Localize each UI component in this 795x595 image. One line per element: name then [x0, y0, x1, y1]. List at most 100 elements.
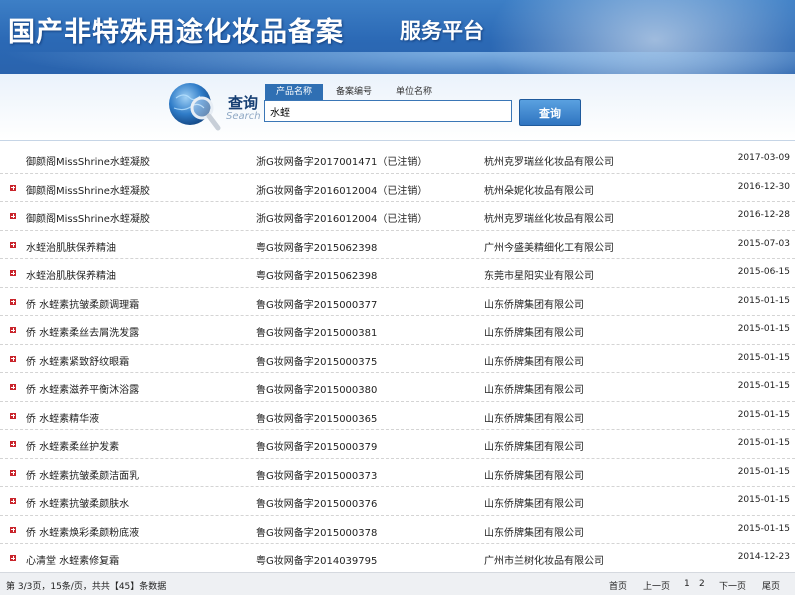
product-name-link[interactable]: 侨 水蛭素精华液 [26, 410, 99, 425]
table-row: 水蛭治肌肤保养精油 粤G妆网备字2015062398 东莞市星阳实业有限公司 2015… [0, 259, 795, 288]
record-date: 2015-01-15 [737, 352, 790, 363]
company-name: 东莞市星阳实业有限公司 [484, 271, 594, 282]
table-row: 侨 水蛭素柔丝去屑洗发露 鲁G妆网备字2015000381 山东侨牌集团有限公司 20… [0, 316, 795, 345]
record-date: 2015-01-15 [737, 324, 790, 334]
results-table: 御颜阁MissShrine水蛭凝胶 浙G妆网备字2017001471（已注销） 杭州… [0, 145, 795, 573]
table-row: 御颜阁MissShrine水蛭凝胶 浙G妆网备字2016012004（已注销） 杭州… [0, 202, 795, 231]
search-button[interactable]: 查询 [519, 99, 581, 126]
tab-product-name[interactable]: 产品名称 [265, 84, 323, 100]
expand-plus-icon[interactable] [10, 526, 16, 533]
tab-company-name[interactable]: 单位名称 [392, 84, 436, 100]
record-date: 2017-03-09 [737, 153, 790, 163]
search-input[interactable] [264, 100, 512, 122]
pagination-bar: 第 3/3页，15条/页，共共【45】条数据 首页 上一页 1 2 下一页 尾页 [0, 572, 795, 595]
search-label-en: Search [226, 111, 261, 122]
product-name-link[interactable]: 水蛭治肌肤保养精油 [26, 267, 116, 282]
product-name-link[interactable]: 御颜阁MissShrine水蛭凝胶 [26, 210, 150, 225]
product-name-link[interactable]: 侨 水蛭素抗皱柔颜肤水 [26, 495, 129, 510]
expand-plus-icon[interactable] [10, 355, 16, 362]
search-panel: 查询 Search 产品名称 备案编号 单位名称 查询 [0, 74, 795, 141]
table-row: 侨 水蛭素焕彩柔颜粉底液 鲁G妆网备字2015000378 山东侨牌集团有限公司 20… [0, 516, 795, 544]
record-date: 2014-12-23 [737, 552, 790, 562]
company-name: 广州市兰树化妆品有限公司 [484, 556, 604, 567]
expand-plus-icon[interactable] [10, 213, 16, 219]
record-number: 粤G妆网备字2014039795 [256, 556, 378, 567]
expand-plus-icon[interactable] [10, 555, 16, 561]
table-row: 心清堂 水蛭素修复霜 粤G妆网备字2014039795 广州市兰树化妆品有限公司 20… [0, 544, 795, 573]
product-name-link[interactable]: 侨 水蛭素柔丝去屑洗发露 [26, 324, 139, 339]
record-number: 粤G妆网备字2015062398 [256, 242, 378, 254]
record-number: 鲁G妆网备字2015000375 [256, 356, 378, 368]
record-date: 2015-07-03 [737, 238, 790, 249]
record-date: 2016-12-30 [737, 181, 790, 192]
company-name: 广州今盛美精细化工有限公司 [484, 242, 614, 254]
expand-plus-icon[interactable] [10, 412, 16, 419]
product-name-link[interactable]: 侨 水蛭素抗皱柔颜调理霜 [26, 296, 139, 311]
product-name-link[interactable]: 御颜阁MissShrine水蛭凝胶 [26, 182, 150, 197]
record-number: 鲁G妆网备字2015000365 [256, 413, 378, 425]
company-name: 杭州克罗瑞丝化妆品有限公司 [484, 214, 614, 225]
last-page-link[interactable]: 尾页 [762, 579, 780, 592]
expand-plus-icon[interactable] [10, 184, 16, 191]
company-name: 山东侨牌集团有限公司 [484, 385, 584, 396]
company-name: 山东侨牌集团有限公司 [484, 442, 584, 453]
company-name: 山东侨牌集团有限公司 [484, 470, 584, 482]
tab-record-number[interactable]: 备案编号 [332, 84, 376, 100]
table-row: 侨 水蛭素抗皱柔颜肤水 鲁G妆网备字2015000376 山东侨牌集团有限公司 201… [0, 487, 795, 516]
product-name-link[interactable]: 心清堂 水蛭素修复霜 [26, 552, 119, 567]
table-row: 侨 水蛭素抗皱柔颜调理霜 鲁G妆网备字2015000377 山东侨牌集团有限公司 20… [0, 288, 795, 316]
expand-plus-icon[interactable] [10, 498, 16, 504]
table-row: 侨 水蛭素柔丝护发素 鲁G妆网备字2015000379 山东侨牌集团有限公司 2015… [0, 430, 795, 459]
expand-plus-icon[interactable] [10, 441, 16, 447]
table-row: 御颜阁MissShrine水蛭凝胶 浙G妆网备字2017001471（已注销） 杭州… [0, 145, 795, 174]
product-name-link[interactable]: 侨 水蛭素紧致舒纹眼霜 [26, 353, 129, 368]
page-2-link[interactable]: 2 [699, 579, 705, 589]
pagination-info: 第 3/3页，15条/页，共共【45】条数据 [6, 582, 167, 592]
record-date: 2016-12-28 [737, 210, 790, 220]
product-name-link[interactable]: 侨 水蛭素焕彩柔颜粉底液 [26, 524, 139, 539]
record-number: 浙G妆网备字2016012004（已注销） [256, 185, 428, 197]
record-date: 2015-01-15 [737, 523, 790, 534]
expand-plus-icon[interactable] [10, 270, 16, 276]
banner-subtitle: 服务平台 [400, 19, 484, 43]
expand-plus-icon[interactable] [10, 384, 16, 390]
record-date: 2015-01-15 [737, 381, 790, 391]
record-number: 浙G妆网备字2017001471（已注销） [256, 157, 428, 168]
expand-plus-icon[interactable] [10, 469, 16, 476]
globe-magnifier-icon [169, 83, 221, 131]
record-number: 鲁G妆网备字2015000376 [256, 499, 378, 510]
expand-plus-icon[interactable] [10, 327, 16, 333]
record-number: 鲁G妆网备字2015000377 [256, 299, 378, 311]
prev-page-link[interactable]: 上一页 [643, 579, 670, 592]
table-row: 水蛭治肌肤保养精油 粤G妆网备字2015062398 广州今盛美精细化工有限公司 20… [0, 231, 795, 259]
site-banner: 国产非特殊用途化妆品备案 服务平台 [0, 0, 795, 74]
record-date: 2015-01-15 [737, 438, 790, 448]
record-number: 鲁G妆网备字2015000378 [256, 527, 378, 539]
table-row: 侨 水蛭素抗皱柔颜洁面乳 鲁G妆网备字2015000373 山东侨牌集团有限公司 20… [0, 459, 795, 487]
product-name-link[interactable]: 侨 水蛭素滋养平衡沐浴露 [26, 381, 139, 396]
company-name: 杭州朵妮化妆品有限公司 [484, 185, 594, 197]
table-row: 侨 水蛭素精华液 鲁G妆网备字2015000365 山东侨牌集团有限公司 2015-0… [0, 402, 795, 430]
record-number: 鲁G妆网备字2015000380 [256, 385, 378, 396]
record-number: 浙G妆网备字2016012004（已注销） [256, 214, 428, 225]
expand-plus-icon[interactable] [10, 241, 16, 248]
product-name-link[interactable]: 侨 水蛭素柔丝护发素 [26, 438, 119, 453]
page-1-link[interactable]: 1 [684, 579, 690, 589]
record-date: 2015-01-15 [737, 295, 790, 306]
table-row: 侨 水蛭素滋养平衡沐浴露 鲁G妆网备字2015000380 山东侨牌集团有限公司 20… [0, 373, 795, 402]
next-page-link[interactable]: 下一页 [719, 579, 746, 592]
product-name-link[interactable]: 御颜阁MissShrine水蛭凝胶 [26, 153, 150, 168]
table-row: 侨 水蛭素紧致舒纹眼霜 鲁G妆网备字2015000375 山东侨牌集团有限公司 201… [0, 345, 795, 373]
company-name: 山东侨牌集团有限公司 [484, 299, 584, 311]
product-name-link[interactable]: 水蛭治肌肤保养精油 [26, 239, 116, 254]
record-date: 2015-06-15 [737, 267, 790, 277]
expand-plus-icon[interactable] [10, 298, 16, 305]
record-date: 2015-01-15 [737, 409, 790, 420]
record-date: 2015-01-15 [737, 495, 790, 505]
banner-title: 国产非特殊用途化妆品备案 [8, 17, 344, 48]
company-name: 山东侨牌集团有限公司 [484, 413, 584, 425]
first-page-link[interactable]: 首页 [609, 579, 627, 592]
record-number: 鲁G妆网备字2015000373 [256, 470, 378, 482]
record-number: 粤G妆网备字2015062398 [256, 271, 378, 282]
product-name-link[interactable]: 侨 水蛭素抗皱柔颜洁面乳 [26, 467, 139, 482]
